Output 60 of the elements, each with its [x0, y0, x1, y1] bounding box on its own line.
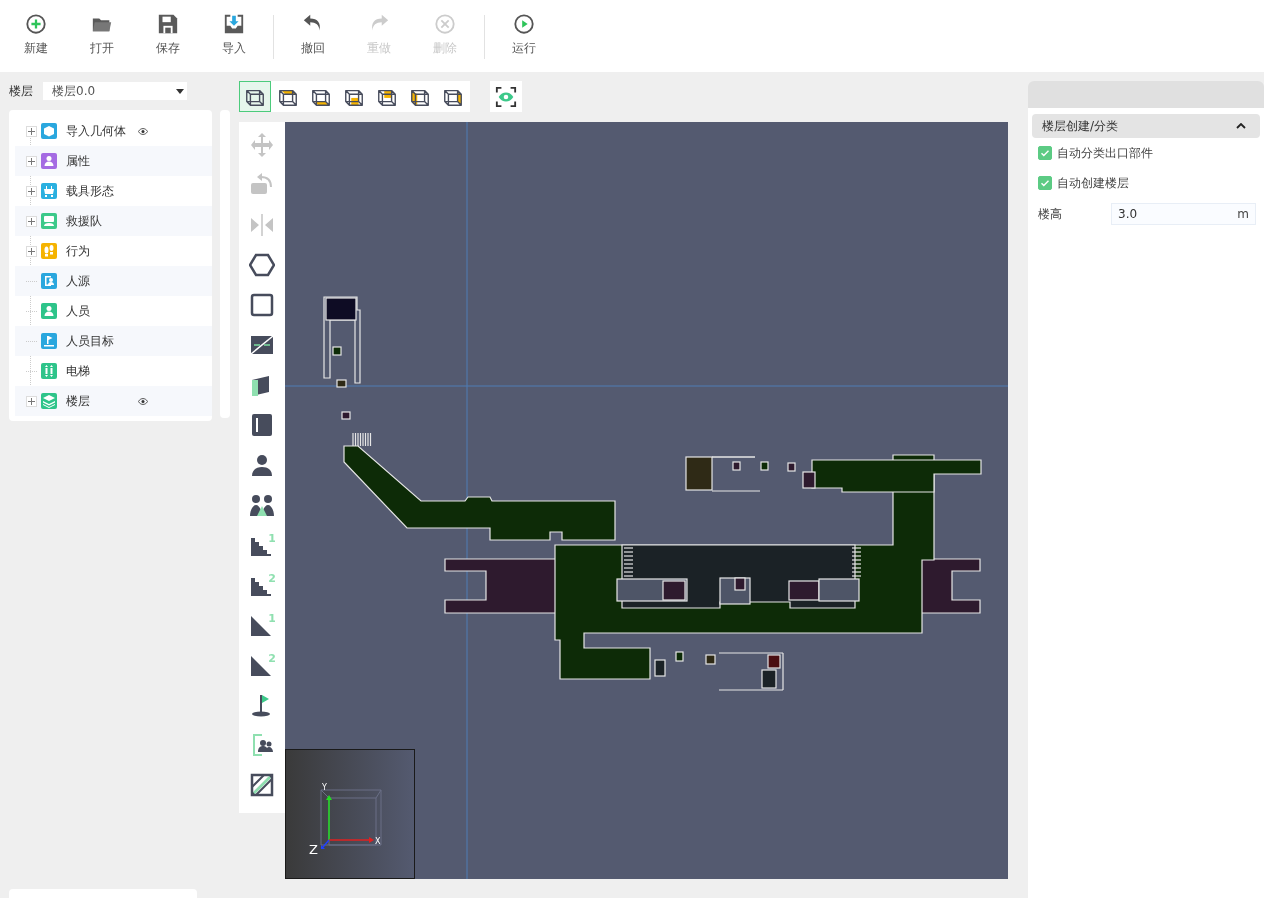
- toolbar-button[interactable]: 打开: [69, 13, 135, 73]
- axis-label: Z: [309, 842, 318, 857]
- expand-toggle[interactable]: [26, 245, 37, 257]
- expand-toggle[interactable]: [26, 155, 37, 167]
- checkbox[interactable]: [1038, 176, 1052, 190]
- toolbar-button[interactable]: 撤回: [280, 13, 346, 73]
- y-axis-arrow: [326, 795, 332, 841]
- tree-item[interactable]: 人员目标: [15, 326, 212, 356]
- field-label: 楼高: [1038, 205, 1063, 223]
- 3d-viewport[interactable]: Y X Z: [285, 122, 1008, 879]
- tree-item[interactable]: 行为: [15, 236, 212, 266]
- tree-item[interactable]: 人员: [15, 296, 212, 326]
- x-axis-arrow: [328, 837, 374, 843]
- floor-select[interactable]: 楼层0.0: [43, 82, 187, 100]
- tree-item[interactable]: 属性: [15, 146, 212, 176]
- tree-item[interactable]: 导入几何体: [15, 116, 212, 146]
- import-icon: [223, 13, 245, 35]
- tree-item[interactable]: 救援队: [15, 206, 212, 236]
- save-icon: [157, 13, 179, 35]
- tree-item[interactable]: 电梯: [15, 356, 212, 386]
- toolbar-button[interactable]: 导入: [201, 13, 267, 73]
- door-icon: [249, 412, 275, 438]
- expand-toggle[interactable]: [26, 215, 37, 227]
- mirror-icon: [249, 212, 275, 238]
- tree-item[interactable]: 人源: [15, 266, 212, 296]
- focus-view-button[interactable]: [490, 81, 522, 112]
- expand-toggle[interactable]: [26, 185, 37, 197]
- caret-icon: [176, 89, 184, 94]
- delete-icon: [434, 13, 456, 35]
- play-icon: [513, 13, 535, 35]
- square-icon: [249, 292, 275, 318]
- hatched-square-icon: [249, 772, 275, 798]
- group-icon: [249, 492, 275, 518]
- toolbar-button[interactable]: 新建: [3, 13, 69, 73]
- section-header[interactable]: 楼层创建/分类: [1032, 114, 1260, 138]
- tree-item[interactable]: 楼层: [15, 386, 212, 416]
- expand-toggle[interactable]: [26, 395, 37, 407]
- hexagon-icon: [249, 252, 275, 278]
- toolbar-button[interactable]: 保存: [135, 13, 201, 73]
- toolbar-button[interactable]: 运行: [491, 13, 557, 73]
- eye-icon[interactable]: [138, 127, 148, 135]
- view-cube-button[interactable]: [239, 81, 271, 112]
- section-title: 楼层创建/分类: [1042, 117, 1119, 135]
- move-icon: [249, 132, 275, 158]
- axis-label: Y: [322, 783, 327, 792]
- expand-toggle[interactable]: [26, 125, 37, 137]
- tree-item[interactable]: 载具形态: [15, 176, 212, 206]
- wireframe-cube: [320, 789, 382, 846]
- z-axis-arrow: [321, 839, 330, 849]
- checkbox[interactable]: [1038, 146, 1052, 160]
- add-icon: [25, 13, 47, 35]
- checkbox-label: 自动分类出口部件: [1057, 144, 1153, 162]
- checkbox-label: 自动创建楼层: [1057, 174, 1129, 192]
- chevron-icon[interactable]: [1236, 123, 1246, 129]
- unit-label: m: [1237, 207, 1249, 221]
- floor-label: 楼层: [9, 82, 34, 100]
- axis-label: X: [375, 837, 381, 846]
- person-icon: [249, 452, 275, 478]
- eye-icon[interactable]: [138, 397, 148, 405]
- eye-icon: [495, 85, 517, 108]
